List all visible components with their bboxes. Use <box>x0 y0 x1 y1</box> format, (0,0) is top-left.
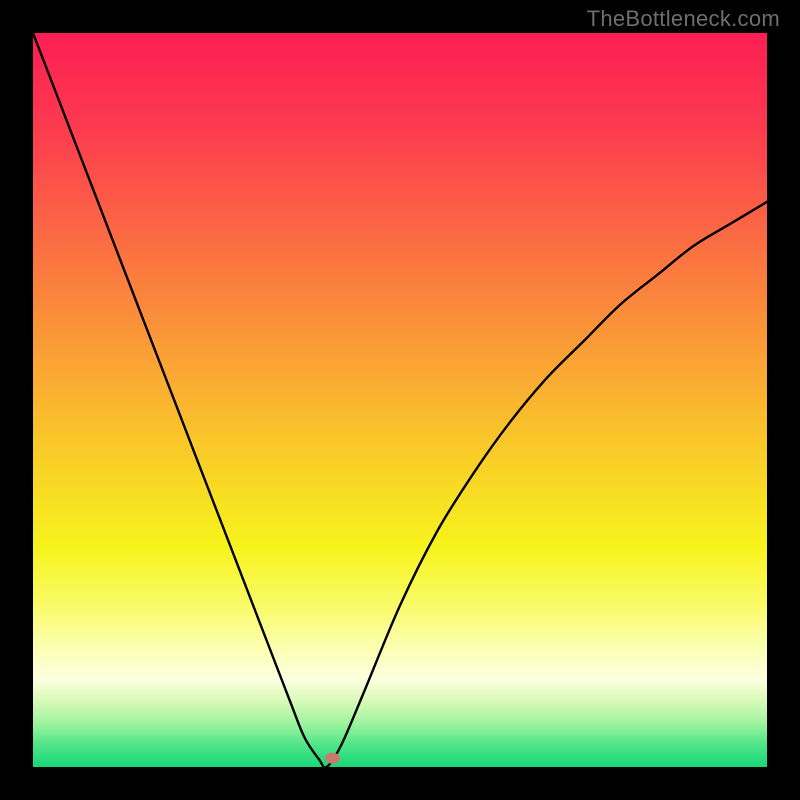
chart-frame: TheBottleneck.com <box>0 0 800 800</box>
optimum-marker <box>325 753 340 764</box>
plot-area <box>33 33 767 767</box>
watermark-text: TheBottleneck.com <box>587 6 780 32</box>
gradient-background <box>33 33 767 767</box>
bottleneck-chart <box>33 33 767 767</box>
